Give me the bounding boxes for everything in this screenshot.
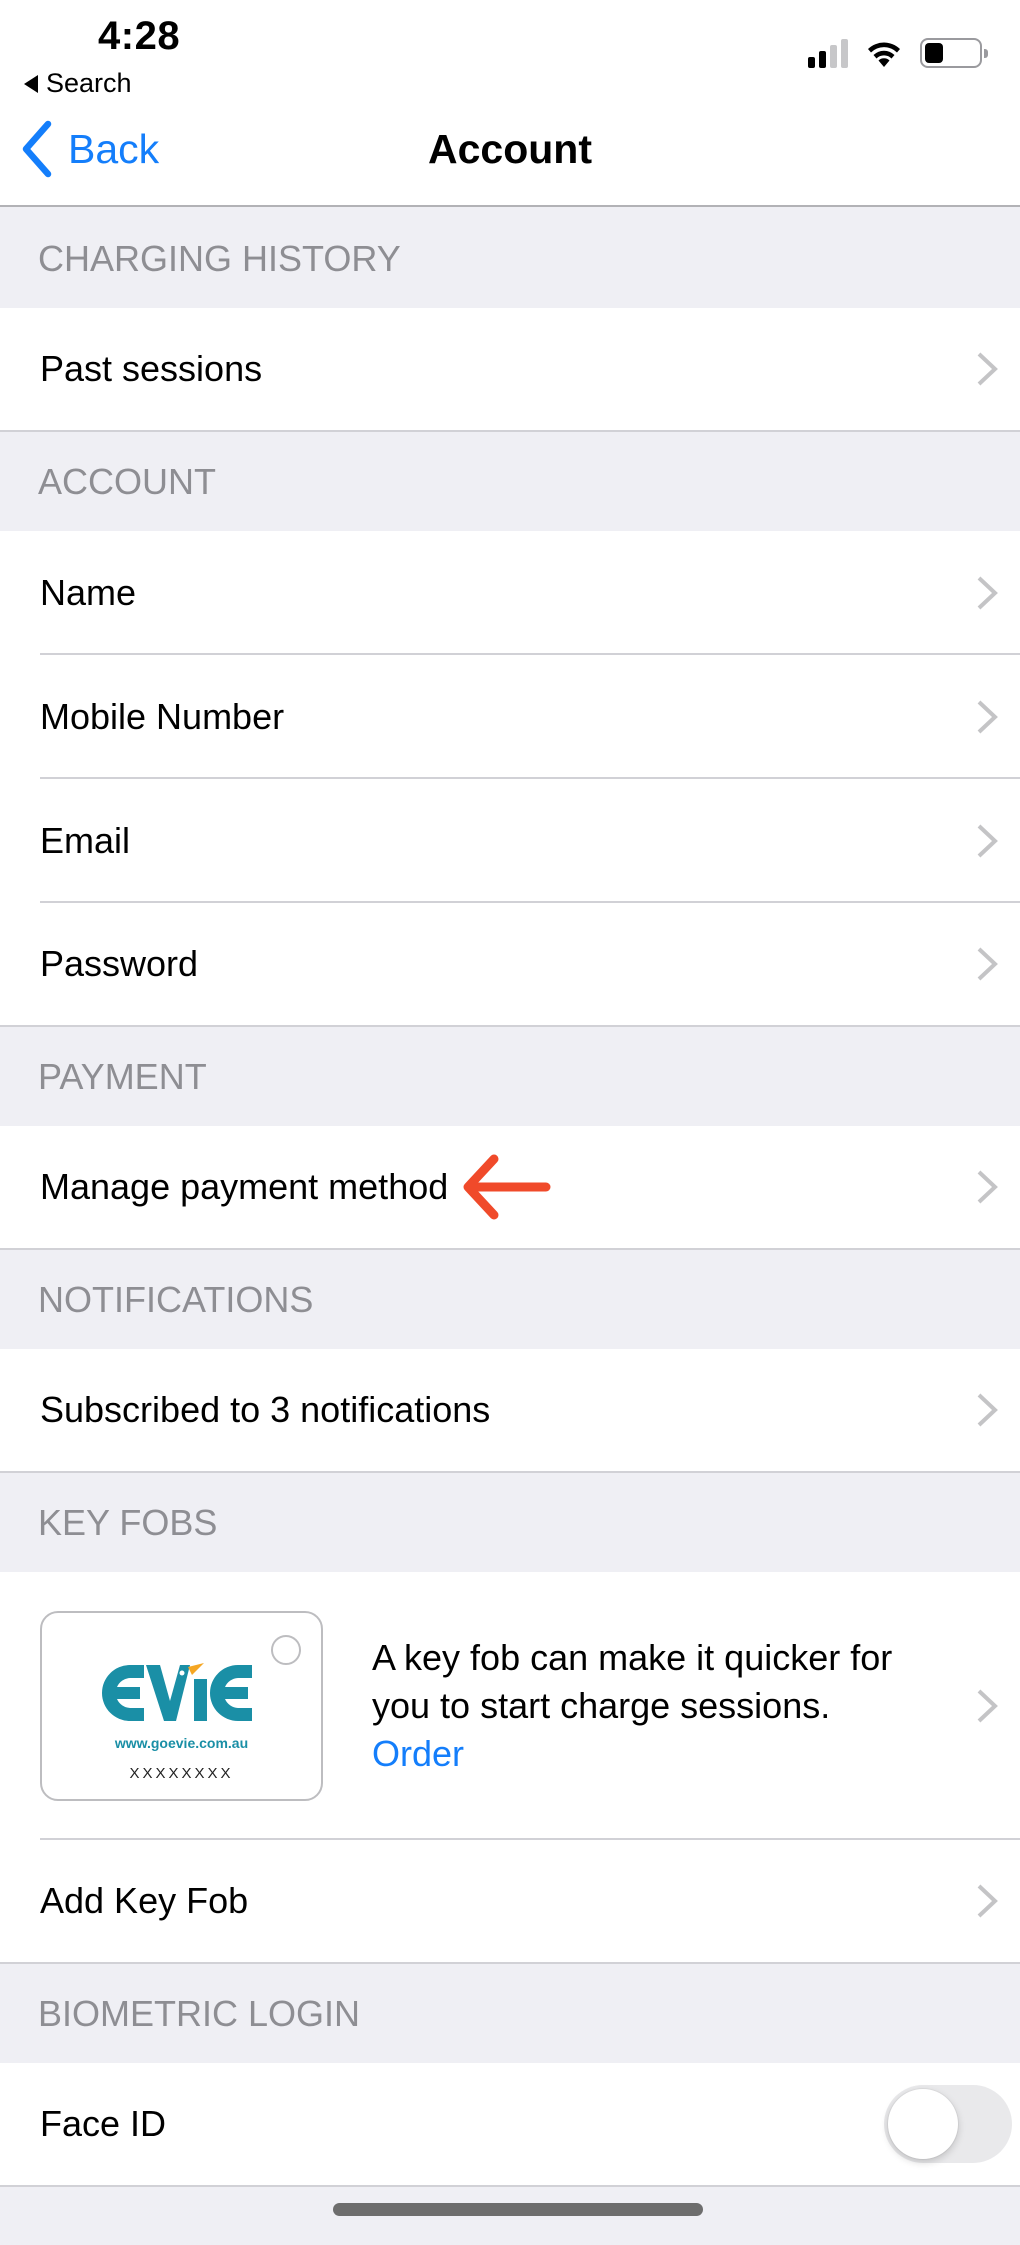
row-label: Manage payment method — [40, 1166, 449, 1207]
chevron-right-icon — [977, 1393, 998, 1427]
name-row[interactable]: Name — [0, 531, 1020, 655]
home-indicator[interactable] — [333, 2203, 703, 2216]
key-fob-image: www.goevie.com.au XXXXXXXX — [40, 1611, 323, 1801]
back-to-search-link[interactable]: Search — [24, 68, 132, 99]
signal-bar — [819, 51, 826, 68]
navigation-bar: 4:28 Search Back Account — [0, 0, 1020, 207]
row-label: Password — [40, 943, 199, 984]
row-label: Mobile Number — [40, 696, 285, 737]
section-header-biometric-login: BIOMETRIC LOGIN — [0, 1964, 1020, 2063]
chevron-right-icon — [977, 352, 998, 386]
row-label: Subscribed to 3 notifications — [40, 1389, 491, 1430]
add-key-fob-row[interactable]: Add Key Fob — [0, 1840, 1020, 1964]
chevron-right-icon — [977, 947, 998, 981]
email-row[interactable]: Email — [0, 779, 1020, 903]
row-label: Face ID — [40, 2103, 167, 2144]
face-id-row: Face ID — [0, 2063, 1020, 2187]
chevron-right-icon — [977, 824, 998, 858]
signal-bar — [808, 57, 815, 68]
chevron-right-icon — [977, 1689, 998, 1723]
face-id-toggle[interactable] — [884, 2085, 1012, 2163]
key-fob-description: A key fob can make it quicker for you to… — [372, 1634, 932, 1778]
key-fob-promo-row[interactable]: www.goevie.com.au XXXXXXXX A key fob can… — [0, 1572, 1020, 1840]
annotation-arrow-left-icon — [463, 1154, 551, 1220]
toggle-knob — [888, 2089, 958, 2159]
chevron-right-icon — [977, 1884, 998, 1918]
row-label: Past sessions — [40, 348, 263, 389]
row-label: Name — [40, 572, 137, 613]
section-header-notifications: NOTIFICATIONS — [0, 1250, 1020, 1349]
past-sessions-row[interactable]: Past sessions — [0, 308, 1020, 432]
key-ring-hole — [271, 1635, 301, 1665]
wifi-icon — [868, 42, 900, 67]
battery-icon — [920, 38, 988, 68]
breadcrumb-label: Search — [46, 68, 132, 98]
evie-logo — [102, 1663, 252, 1721]
key-fob-description-text: A key fob can make it quicker for you to… — [372, 1637, 893, 1726]
manage-payment-method-row[interactable]: Manage payment method — [0, 1126, 1020, 1250]
order-key-fob-link[interactable]: Order — [372, 1730, 932, 1778]
key-fob-serial: XXXXXXXX — [129, 1765, 234, 1782]
chevron-right-icon — [977, 700, 998, 734]
row-label: Email — [40, 820, 131, 861]
section-header-charging-history: CHARGING HISTORY — [0, 209, 1020, 308]
chevron-right-icon — [977, 1170, 998, 1204]
battery-level — [925, 43, 944, 63]
chevron-right-icon — [977, 576, 998, 610]
evie-url: www.goevie.com.au — [114, 1735, 249, 1751]
section-header-account: ACCOUNT — [0, 432, 1020, 531]
status-icons — [808, 38, 988, 68]
section-header-payment: PAYMENT — [0, 1027, 1020, 1126]
row-label: Add Key Fob — [40, 1880, 249, 1921]
notifications-row[interactable]: Subscribed to 3 notifications — [0, 1349, 1020, 1473]
page-title: Account — [428, 126, 592, 172]
status-time: 4:28 — [98, 14, 181, 58]
password-row[interactable]: Password — [0, 903, 1020, 1027]
signal-bar — [841, 39, 848, 68]
section-header-key-fobs: KEY FOBS — [0, 1473, 1020, 1572]
back-triangle-icon — [24, 74, 38, 93]
mobile-number-row[interactable]: Mobile Number — [0, 655, 1020, 779]
cellular-signal-icon — [808, 38, 848, 68]
account-settings-list: CHARGING HISTORY Past sessions ACCOUNT N… — [0, 209, 1020, 2187]
signal-bar — [830, 45, 837, 68]
